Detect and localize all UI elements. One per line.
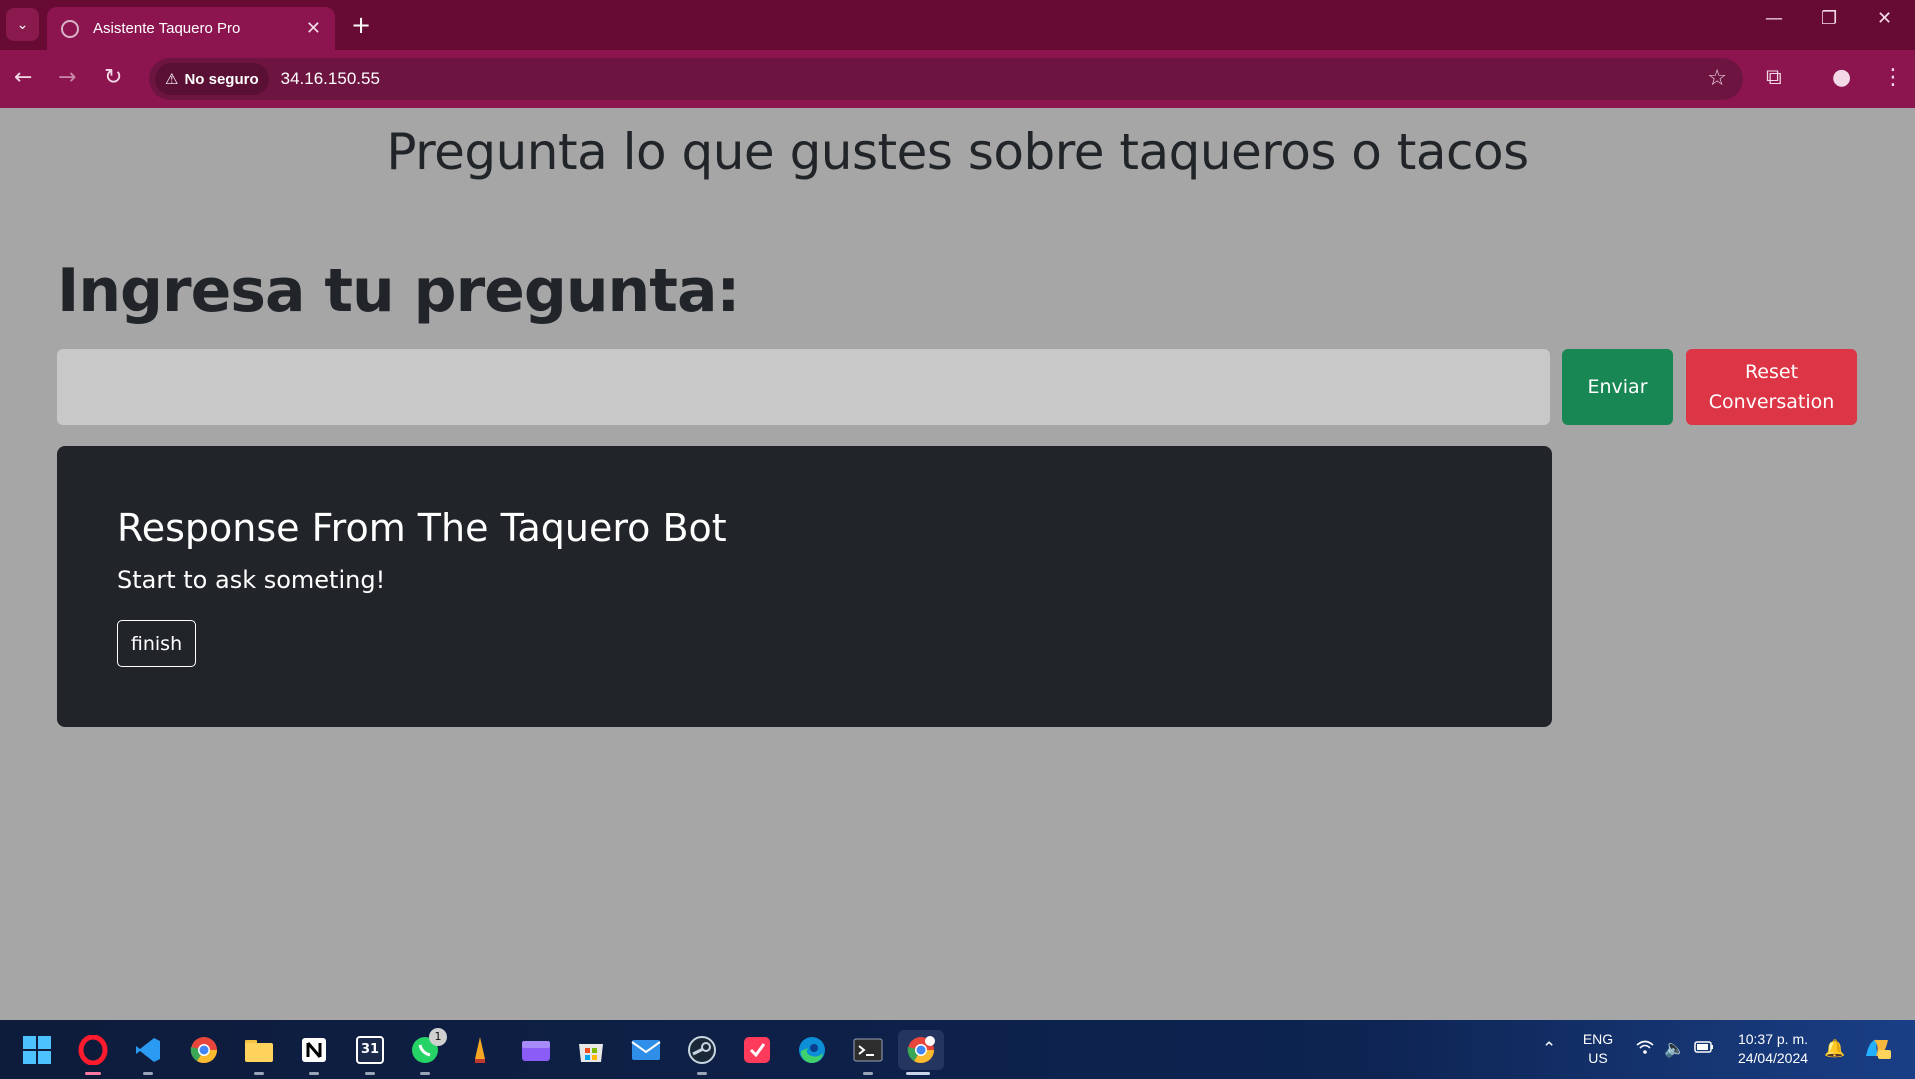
- microsoft-store-icon[interactable]: [571, 1030, 611, 1070]
- minimize-icon[interactable]: —: [1765, 8, 1783, 29]
- language-indicator[interactable]: ENG US: [1578, 1030, 1618, 1068]
- chrome-icon[interactable]: [184, 1030, 224, 1070]
- response-card: Response From The Taquero Bot Start to a…: [57, 446, 1552, 727]
- forward-arrow-icon[interactable]: →: [58, 64, 76, 92]
- file-explorer-icon[interactable]: [239, 1030, 279, 1075]
- reset-conversation-button[interactable]: Reset Conversation: [1686, 349, 1857, 425]
- vscode-icon[interactable]: [128, 1030, 168, 1075]
- bookmark-star-icon[interactable]: ☆: [1707, 66, 1727, 91]
- browser-toolbar: ← → ↻ ⚠ No seguro 34.16.150.55 ☆ ⧉ ● ⋮: [0, 50, 1915, 108]
- edge-icon[interactable]: [792, 1030, 832, 1070]
- security-label: No seguro: [184, 70, 259, 88]
- address-bar[interactable]: ⚠ No seguro 34.16.150.55 ☆: [149, 58, 1743, 100]
- extensions-icon[interactable]: ⧉: [1766, 64, 1782, 92]
- copilot-icon[interactable]: [1862, 1034, 1892, 1067]
- window-close-icon[interactable]: ✕: [1877, 8, 1892, 29]
- back-arrow-icon[interactable]: ←: [14, 64, 32, 92]
- calendar-day: 31: [356, 1036, 384, 1064]
- wifi-icon[interactable]: [1636, 1039, 1654, 1060]
- plus-icon: +: [351, 11, 372, 39]
- finish-button[interactable]: finish: [117, 620, 196, 667]
- volume-icon[interactable]: 🔈: [1664, 1039, 1685, 1059]
- tab-title: Asistente Taquero Pro: [93, 20, 241, 37]
- tab-search-button[interactable]: ⌄: [6, 8, 39, 41]
- response-title: Response From The Taquero Bot: [117, 506, 727, 550]
- reload-icon[interactable]: ↻: [104, 64, 122, 92]
- whatsapp-icon[interactable]: 1: [405, 1028, 447, 1075]
- opera-icon[interactable]: [73, 1030, 113, 1075]
- site-security-chip[interactable]: ⚠ No seguro: [155, 63, 269, 95]
- reset-label-line2: Conversation: [1708, 391, 1835, 413]
- chrome-profile-icon[interactable]: [898, 1030, 944, 1075]
- page-title: Pregunta lo que gustes sobre taqueros o …: [386, 123, 1529, 181]
- menu-kebab-icon[interactable]: ⋮: [1882, 64, 1904, 92]
- language-line2: US: [1588, 1050, 1608, 1066]
- globe-icon: [61, 19, 79, 38]
- calendar-icon[interactable]: 31: [350, 1030, 390, 1075]
- language-line1: ENG: [1582, 1031, 1614, 1047]
- response-text: Start to ask someting!: [117, 566, 386, 594]
- photo-collage-icon[interactable]: [737, 1030, 777, 1070]
- notion-icon[interactable]: [294, 1030, 334, 1075]
- running-indicator: [906, 1072, 930, 1075]
- windows-start-icon[interactable]: [17, 1030, 57, 1070]
- notification-badge: 1: [429, 1028, 447, 1046]
- reset-label-line1: Reset: [1744, 361, 1799, 383]
- running-indicator: [863, 1072, 873, 1075]
- warning-icon: ⚠: [165, 71, 179, 88]
- chevron-up-icon[interactable]: ⌃: [1542, 1039, 1556, 1059]
- close-icon[interactable]: ✕: [306, 18, 321, 39]
- pencil-app-icon[interactable]: [460, 1030, 500, 1070]
- question-input[interactable]: [57, 349, 1550, 425]
- mail-icon[interactable]: [626, 1030, 666, 1070]
- browser-tab-bar: ⌄ Asistente Taquero Pro ✕ + — ❐ ✕: [0, 0, 1915, 50]
- url-text[interactable]: 34.16.150.55: [281, 69, 380, 89]
- clock-time: 10:37 p. m.: [1737, 1031, 1809, 1047]
- clock[interactable]: 10:37 p. m. 24/04/2024: [1728, 1030, 1818, 1068]
- steam-icon[interactable]: [682, 1030, 722, 1075]
- browser-tab-active[interactable]: Asistente Taquero Pro ✕: [47, 7, 335, 50]
- restore-icon[interactable]: ❐: [1821, 8, 1837, 29]
- running-indicator: [143, 1072, 153, 1075]
- running-indicator: [254, 1072, 264, 1075]
- clipchamp-icon[interactable]: [516, 1030, 556, 1070]
- running-indicator: [365, 1072, 375, 1075]
- send-button[interactable]: Enviar: [1562, 349, 1673, 425]
- page-content: Pregunta lo que gustes sobre taqueros o …: [0, 108, 1915, 1020]
- battery-icon[interactable]: [1694, 1039, 1714, 1059]
- running-indicator: [420, 1072, 430, 1075]
- running-indicator: [697, 1072, 707, 1075]
- running-indicator: [85, 1072, 101, 1075]
- new-tab-button[interactable]: +: [351, 10, 371, 40]
- clock-date: 24/04/2024: [1737, 1050, 1809, 1066]
- profile-icon[interactable]: ●: [1832, 64, 1851, 92]
- chevron-down-icon: ⌄: [16, 16, 29, 33]
- taskbar: 31 1 ⌃ ENG US 🔈 10:37 p. m. 24/04/2024 🔔: [0, 1020, 1915, 1079]
- running-indicator: [309, 1072, 319, 1075]
- terminal-icon[interactable]: [848, 1030, 888, 1075]
- notification-bell-icon[interactable]: 🔔: [1824, 1039, 1845, 1059]
- question-label: Ingresa tu pregunta:: [57, 256, 740, 326]
